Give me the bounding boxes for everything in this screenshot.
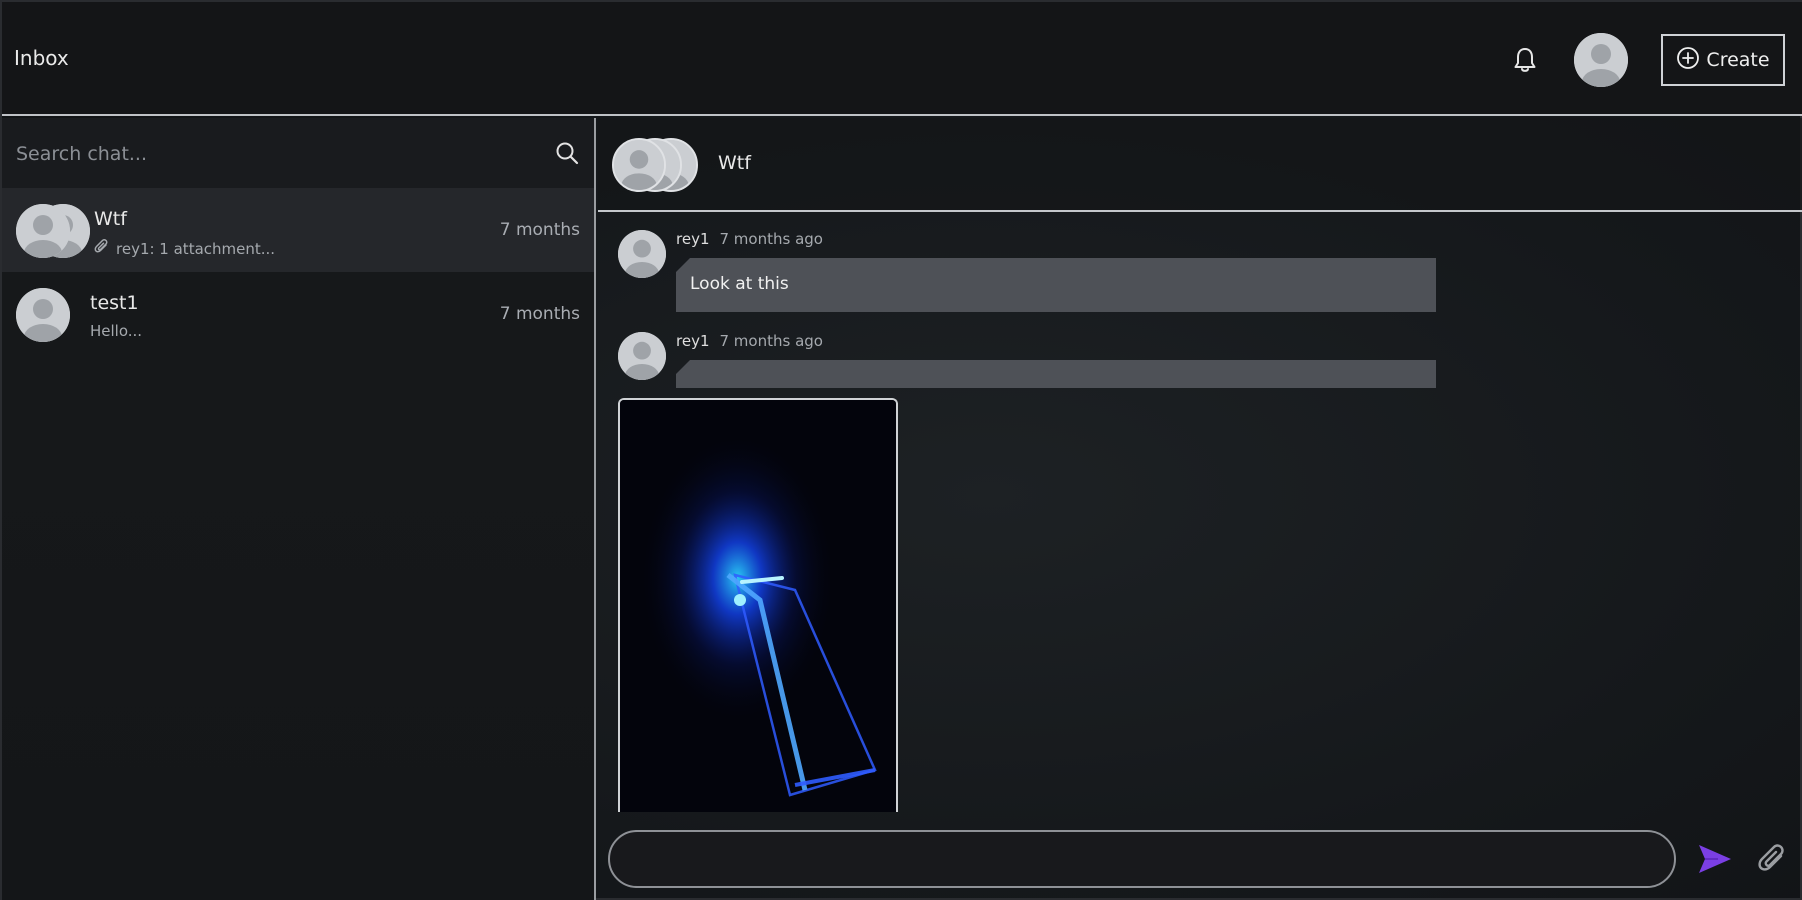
bell-icon[interactable] <box>1512 46 1538 74</box>
message-text: Look at this <box>690 274 789 294</box>
chat-sidebar: Wtf rey1: 1 attachment... 7 months test1 <box>2 118 596 900</box>
send-icon[interactable] <box>1696 842 1734 876</box>
conversation-header: Wtf <box>598 118 1802 212</box>
chat-time: 7 months <box>499 220 580 240</box>
avatar <box>16 288 70 342</box>
chat-preview-text: rey1: 1 attachment... <box>116 240 276 258</box>
image-attachment[interactable] <box>618 398 898 812</box>
conversation-title: Wtf <box>718 152 751 174</box>
create-button[interactable]: Create <box>1661 34 1785 86</box>
message-author: rey1 <box>676 332 710 350</box>
avatar[interactable] <box>1574 33 1628 87</box>
message-bubble: Look at this <box>676 258 1436 312</box>
group-avatar[interactable] <box>612 138 708 192</box>
chat-preview-text: Hello... <box>90 322 143 340</box>
create-label: Create <box>1706 49 1770 71</box>
message-bubble <box>676 360 1436 388</box>
avatar[interactable] <box>618 332 666 380</box>
chat-list-item[interactable]: test1 Hello... 7 months <box>2 272 594 356</box>
paperclip-icon <box>94 238 110 260</box>
message-input[interactable] <box>610 832 1674 886</box>
conversation-pane: Wtf rey1 7 months ago Look at this rey1 … <box>598 118 1802 900</box>
chat-list-item[interactable]: Wtf rey1: 1 attachment... 7 months <box>2 188 594 272</box>
chat-name: test1 <box>90 292 139 314</box>
message-input-wrapper <box>608 830 1676 888</box>
message-timestamp: 7 months ago <box>719 230 823 248</box>
plus-circle-icon <box>1676 46 1700 75</box>
avatar[interactable] <box>618 230 666 278</box>
message-meta: rey1 7 months ago <box>676 230 823 248</box>
chat-preview: rey1: 1 attachment... <box>94 238 275 260</box>
avatar <box>16 204 70 258</box>
search-icon[interactable] <box>554 140 580 166</box>
paperclip-icon[interactable] <box>1756 842 1790 876</box>
message-author: rey1 <box>676 230 710 248</box>
attachment-photo <box>620 400 896 812</box>
avatar-wrapper <box>16 288 92 342</box>
group-avatar <box>16 204 92 258</box>
top-bar: Inbox Create <box>2 2 1802 116</box>
search-bar <box>2 118 594 188</box>
chat-preview: Hello... <box>90 322 142 340</box>
app-window: Inbox Create Search chat... Wtf rey1: 1 … <box>0 0 1802 900</box>
message-list[interactable]: rey1 7 months ago Look at this rey1 7 mo… <box>598 214 1802 812</box>
message-timestamp: 7 months ago <box>719 332 823 350</box>
avatar <box>612 138 666 192</box>
page-title: Inbox <box>14 46 69 70</box>
search-input[interactable] <box>16 136 536 172</box>
chat-time: 7 months <box>499 304 580 324</box>
chat-name: Wtf <box>94 208 127 230</box>
message-meta: rey1 7 months ago <box>676 332 823 350</box>
